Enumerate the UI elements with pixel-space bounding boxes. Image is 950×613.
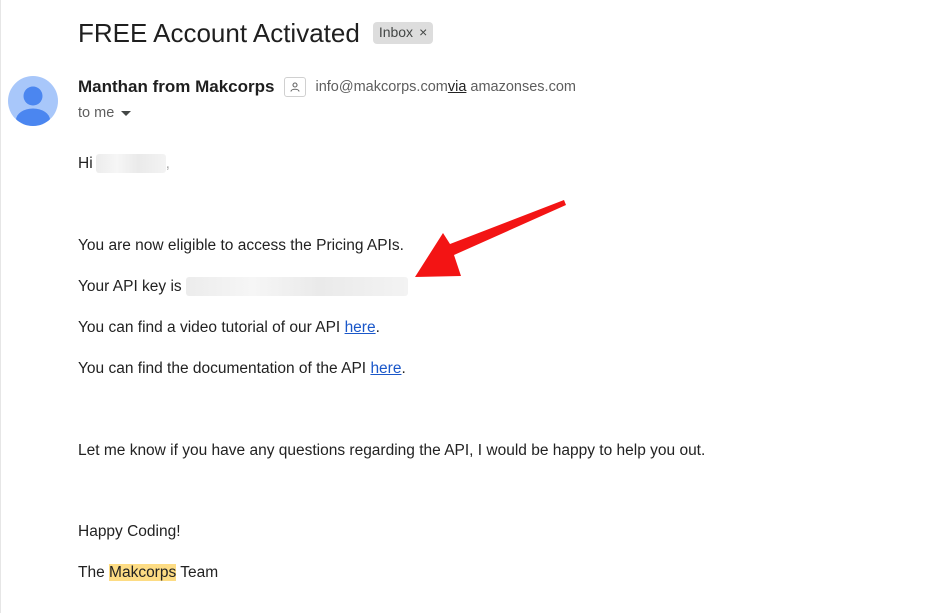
red-arrow-icon [415,200,566,277]
annotation-arrow-shape [415,200,566,277]
